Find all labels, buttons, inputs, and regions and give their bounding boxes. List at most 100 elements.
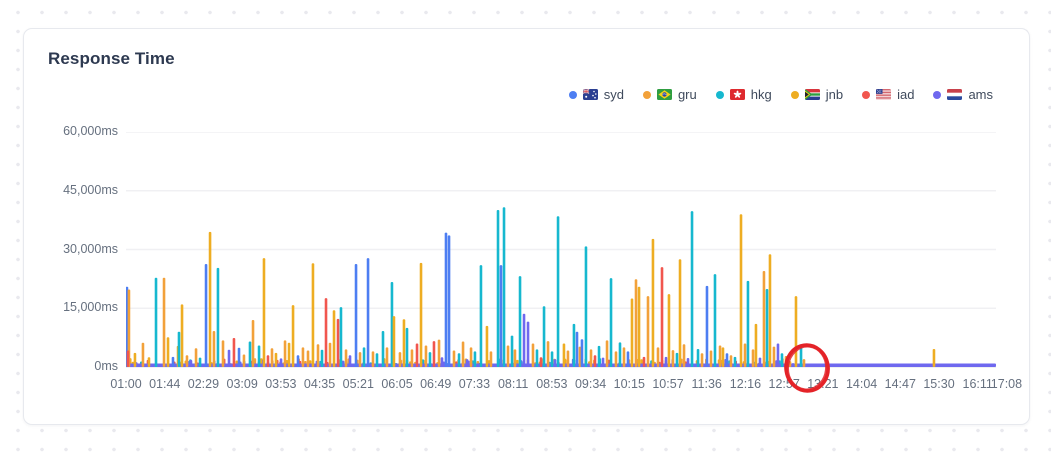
bar xyxy=(485,325,489,367)
bar xyxy=(531,343,535,367)
legend-dot xyxy=(568,90,577,99)
bar xyxy=(402,319,406,367)
bar xyxy=(444,232,448,367)
response-time-card: Response Time syd gru hkg jnb iad ams 60,000m… xyxy=(23,28,1030,425)
bar xyxy=(311,263,315,367)
bar xyxy=(301,347,305,367)
bar xyxy=(518,276,522,367)
bar xyxy=(424,345,428,367)
bar xyxy=(248,341,252,367)
bar xyxy=(696,348,700,367)
bar xyxy=(637,286,641,367)
bar xyxy=(324,298,328,367)
bar xyxy=(279,358,283,367)
legend-item-hkg[interactable]: hkg xyxy=(715,87,772,102)
bar xyxy=(584,246,588,367)
bar xyxy=(257,345,261,367)
bar xyxy=(171,356,175,367)
bar xyxy=(306,350,310,367)
bar xyxy=(415,343,419,367)
legend-item-iad[interactable]: iad xyxy=(862,87,914,102)
bar xyxy=(499,265,503,367)
bar xyxy=(556,216,560,367)
bar xyxy=(392,316,396,367)
bar xyxy=(791,363,795,367)
bar xyxy=(212,330,216,367)
bar xyxy=(618,342,622,367)
legend-item-syd[interactable]: syd xyxy=(568,87,624,102)
bar xyxy=(469,347,473,367)
bar xyxy=(682,344,686,367)
y-axis-label: 0ms xyxy=(94,359,118,373)
bar xyxy=(339,307,343,367)
bar xyxy=(550,351,554,367)
bar xyxy=(614,351,618,367)
bar xyxy=(506,345,510,367)
bar xyxy=(718,345,722,367)
response-time-chart xyxy=(124,131,996,393)
bar xyxy=(646,296,650,367)
bar xyxy=(237,347,241,367)
flag-us-icon xyxy=(876,89,892,100)
bar xyxy=(589,349,593,367)
bar xyxy=(780,353,784,367)
page-title: Response Time xyxy=(48,49,175,68)
flag-au-icon xyxy=(582,89,598,100)
bar xyxy=(542,306,546,367)
legend-dot xyxy=(933,90,942,99)
bar xyxy=(932,348,936,367)
bar xyxy=(154,277,158,367)
bar xyxy=(634,279,638,367)
bar xyxy=(198,357,202,367)
bar xyxy=(802,359,806,367)
bar xyxy=(651,238,655,367)
bar xyxy=(296,355,300,367)
bar xyxy=(713,274,717,367)
bar xyxy=(502,207,506,367)
bar xyxy=(371,351,375,367)
bar xyxy=(328,342,332,367)
bar xyxy=(642,356,646,367)
legend-item-gru[interactable]: gru xyxy=(642,87,697,102)
bar xyxy=(546,341,550,367)
legend-item-jnb[interactable]: jnb xyxy=(790,87,843,102)
bar xyxy=(316,344,320,367)
bar xyxy=(405,327,409,367)
bar xyxy=(553,359,557,367)
bar xyxy=(189,359,193,367)
bar xyxy=(473,351,477,367)
bar xyxy=(776,343,780,367)
annotation-ellipse xyxy=(784,343,830,393)
bar xyxy=(526,321,530,367)
bar xyxy=(440,357,444,367)
bar xyxy=(522,313,526,367)
bar xyxy=(398,352,402,367)
bar xyxy=(566,350,570,367)
bar xyxy=(671,350,675,367)
bar xyxy=(162,277,166,367)
bar xyxy=(626,351,630,367)
bar xyxy=(535,349,539,367)
bar xyxy=(758,357,762,367)
bar xyxy=(725,353,729,367)
bar xyxy=(743,343,747,367)
bar xyxy=(141,342,145,367)
bar xyxy=(166,337,170,367)
bar xyxy=(133,352,137,367)
bar xyxy=(208,231,212,367)
annotation-circle xyxy=(784,343,830,393)
bar xyxy=(185,355,189,367)
bar xyxy=(479,265,483,367)
legend-label: ams xyxy=(968,87,993,102)
y-axis-label: 15,000ms xyxy=(63,300,118,315)
bar xyxy=(572,323,576,367)
legend-item-ams[interactable]: ams xyxy=(933,87,993,102)
legend-label: syd xyxy=(603,87,624,102)
bar xyxy=(690,211,694,367)
bar xyxy=(700,353,704,367)
bar xyxy=(419,262,423,367)
bar xyxy=(381,330,385,367)
bar xyxy=(437,339,441,367)
bar xyxy=(274,352,278,367)
bar xyxy=(332,310,336,367)
